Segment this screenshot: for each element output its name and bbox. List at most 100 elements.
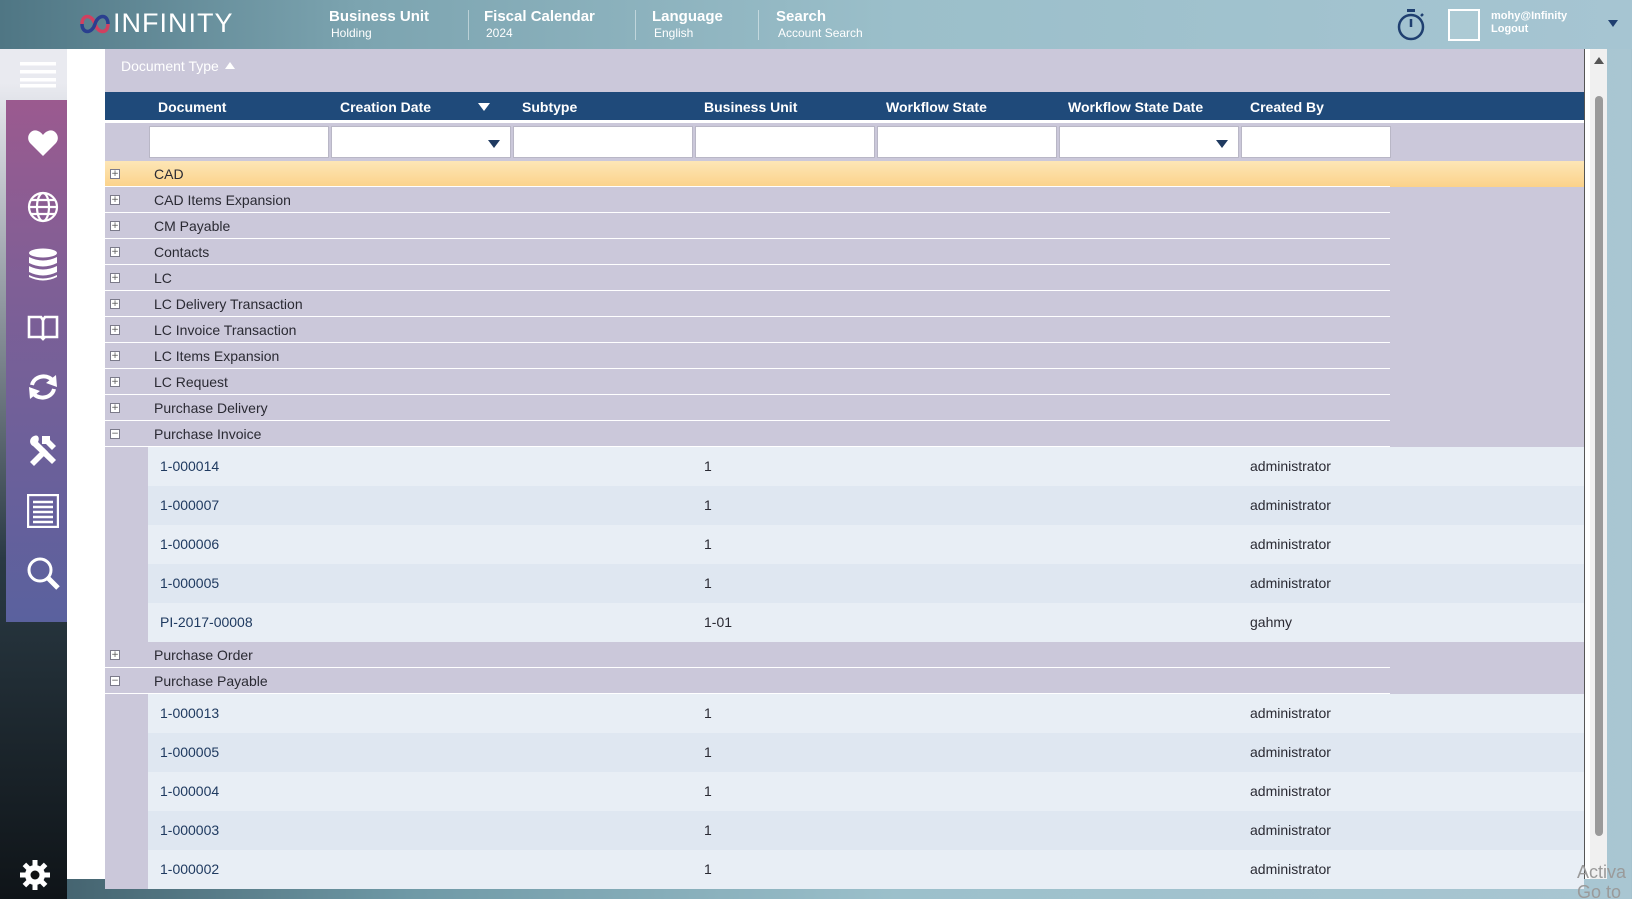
group-row[interactable]: + Purchase Delivery xyxy=(105,395,1584,421)
scroll-up-icon[interactable] xyxy=(1594,57,1604,64)
workflow-state-filter-input[interactable] xyxy=(877,126,1057,158)
globe-icon[interactable] xyxy=(24,188,62,226)
group-label: CAD xyxy=(154,166,184,182)
group-row[interactable]: + Purchase Order xyxy=(105,642,1584,668)
expand-icon[interactable]: + xyxy=(110,403,120,413)
document-cell[interactable]: 1-000007 xyxy=(160,497,219,513)
workflow-state-date-filter-select[interactable] xyxy=(1059,126,1239,158)
column-header-workflow-state[interactable]: Workflow State xyxy=(886,99,987,115)
group-row[interactable]: + CAD Items Expansion xyxy=(105,187,1584,213)
business-unit-menu[interactable]: Business Unit Holding xyxy=(329,8,429,40)
search-menu[interactable]: Search Account Search xyxy=(776,8,863,40)
document-cell[interactable]: 1-000002 xyxy=(160,861,219,877)
group-row[interactable]: + LC Invoice Transaction xyxy=(105,317,1584,343)
group-by-bar: Document Type xyxy=(105,49,1584,93)
sort-asc-icon[interactable] xyxy=(224,62,235,69)
expand-icon[interactable]: + xyxy=(110,325,120,335)
document-cell[interactable]: 1-000005 xyxy=(160,744,219,760)
business-unit-cell: 1 xyxy=(704,744,712,760)
group-label: LC xyxy=(154,270,172,286)
document-cell[interactable]: 1-000013 xyxy=(160,705,219,721)
group-indent xyxy=(105,486,148,525)
table-row[interactable]: 1-000005 1 administrator xyxy=(105,564,1584,603)
chevron-down-icon[interactable] xyxy=(488,140,500,148)
vertical-scrollbar[interactable] xyxy=(1590,49,1607,879)
scroll-thumb[interactable] xyxy=(1595,96,1603,836)
column-header-subtype[interactable]: Subtype xyxy=(522,99,577,115)
list-icon[interactable] xyxy=(24,492,62,530)
search-title: Search xyxy=(776,8,827,25)
document-cell[interactable]: 1-000003 xyxy=(160,822,219,838)
book-icon[interactable] xyxy=(24,308,62,346)
sort-desc-icon[interactable] xyxy=(478,103,490,111)
collapse-icon[interactable]: − xyxy=(110,429,120,439)
avatar[interactable] xyxy=(1448,9,1480,41)
table-row[interactable]: 1-000013 1 administrator xyxy=(105,694,1584,733)
table-row[interactable]: 1-000006 1 administrator xyxy=(105,525,1584,564)
column-header-creation-date[interactable]: Creation Date xyxy=(340,99,431,115)
group-row[interactable]: + LC Request xyxy=(105,369,1584,395)
infinity-logo[interactable]: INFINITY xyxy=(78,8,234,39)
refresh-icon[interactable] xyxy=(24,368,62,406)
tools-icon[interactable] xyxy=(24,430,62,468)
fiscal-calendar-menu[interactable]: Fiscal Calendar 2024 xyxy=(484,8,595,40)
gear-icon[interactable] xyxy=(20,860,50,895)
collapse-icon[interactable]: − xyxy=(110,676,120,686)
subtype-filter-input[interactable] xyxy=(513,126,693,158)
group-label: Purchase Payable xyxy=(154,673,268,689)
user-info[interactable]: mohy@Infinity Logout xyxy=(1491,10,1567,36)
group-by-chip[interactable]: Document Type xyxy=(121,58,235,74)
table-row[interactable]: 1-000007 1 administrator xyxy=(105,486,1584,525)
table-row[interactable]: 1-000002 1 administrator xyxy=(105,850,1584,889)
document-filter-input[interactable] xyxy=(149,126,329,158)
expand-icon[interactable]: + xyxy=(110,377,120,387)
group-row[interactable]: + LC Items Expansion xyxy=(105,343,1584,369)
group-row[interactable]: − Purchase Invoice xyxy=(105,421,1584,447)
document-cell[interactable]: 1-000004 xyxy=(160,783,219,799)
heart-icon[interactable] xyxy=(24,124,62,162)
document-cell[interactable]: PI-2017-00008 xyxy=(160,614,253,630)
group-row[interactable]: + LC Delivery Transaction xyxy=(105,291,1584,317)
logout-link[interactable]: Logout xyxy=(1491,23,1567,36)
table-row[interactable]: PI-2017-00008 1-01 gahmy xyxy=(105,603,1584,642)
group-row[interactable]: + CAD xyxy=(105,161,1584,187)
table-row[interactable]: 1-000005 1 administrator xyxy=(105,733,1584,772)
database-icon[interactable] xyxy=(24,246,62,284)
created-by-filter-input[interactable] xyxy=(1241,126,1391,158)
expand-icon[interactable]: + xyxy=(110,169,120,179)
column-header-business-unit[interactable]: Business Unit xyxy=(704,99,797,115)
document-cell[interactable]: 1-000006 xyxy=(160,536,219,552)
language-menu[interactable]: Language English xyxy=(652,8,723,40)
created-by-cell: administrator xyxy=(1250,783,1331,799)
business-unit-cell: 1 xyxy=(704,705,712,721)
activation-watermark: Activa Go to Se xyxy=(1577,862,1632,899)
group-row[interactable]: + CM Payable xyxy=(105,213,1584,239)
creation-date-filter-select[interactable] xyxy=(331,126,511,158)
group-label: LC Invoice Transaction xyxy=(154,322,297,338)
group-row[interactable]: + Contacts xyxy=(105,239,1584,265)
chevron-down-icon[interactable] xyxy=(1216,140,1228,148)
expand-icon[interactable]: + xyxy=(110,221,120,231)
expand-icon[interactable]: + xyxy=(110,351,120,361)
document-cell[interactable]: 1-000014 xyxy=(160,458,219,474)
stopwatch-icon[interactable] xyxy=(1396,8,1426,47)
table-row[interactable]: 1-000004 1 administrator xyxy=(105,772,1584,811)
group-row[interactable]: − Purchase Payable xyxy=(105,668,1584,694)
search-icon[interactable] xyxy=(24,554,62,592)
expand-icon[interactable]: + xyxy=(110,247,120,257)
document-cell[interactable]: 1-000005 xyxy=(160,575,219,591)
chevron-down-icon[interactable] xyxy=(1608,20,1618,27)
expand-icon[interactable]: + xyxy=(110,299,120,309)
column-header-workflow-state-date[interactable]: Workflow State Date xyxy=(1068,99,1203,115)
expand-icon[interactable]: + xyxy=(110,195,120,205)
business-unit-filter-input[interactable] xyxy=(695,126,875,158)
menu-icon[interactable] xyxy=(20,62,56,93)
table-row[interactable]: 1-000014 1 administrator xyxy=(105,447,1584,486)
expand-icon[interactable]: + xyxy=(110,273,120,283)
expand-icon[interactable]: + xyxy=(110,650,120,660)
created-by-cell: administrator xyxy=(1250,744,1331,760)
column-header-created-by[interactable]: Created By xyxy=(1250,99,1324,115)
column-header-document[interactable]: Document xyxy=(158,99,226,115)
table-row[interactable]: 1-000003 1 administrator xyxy=(105,811,1584,850)
group-row[interactable]: + LC xyxy=(105,265,1584,291)
